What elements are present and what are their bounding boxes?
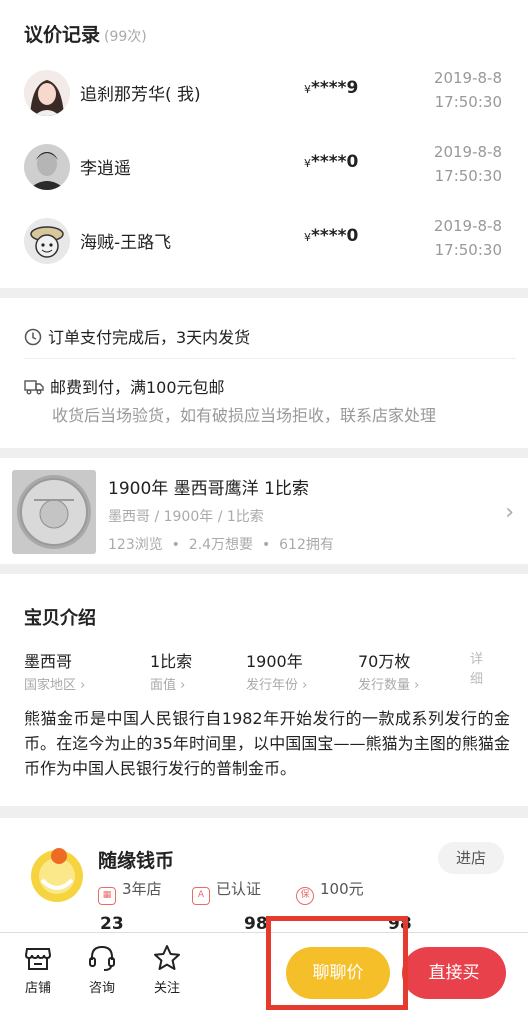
truck-icon [24,380,44,395]
enter-shop-button[interactable]: 进店 [438,842,504,874]
attr-value: 1900年 [246,652,303,671]
attr-denomination[interactable]: 1比索面值 › [150,648,192,693]
follow-label: 关注 [153,981,180,996]
avatar[interactable] [24,144,70,190]
product-title: 1900年 墨西哥鹰洋 1比索 [108,479,309,499]
bidder-name: 李逍遥 [80,159,131,179]
avatar[interactable] [24,70,70,116]
attr-key: 发行数量 › [358,678,420,693]
attr-value: 70万枚 [358,652,411,671]
shop-stat: 98 [244,914,268,934]
attr-country[interactable]: 墨西哥国家地区 › [24,648,85,693]
bid-row: 李逍遥 ¥****0 2019-8-8 17:50:30 [0,138,528,198]
currency-symbol: ¥ [304,83,311,96]
currency-symbol: ¥ [304,231,311,244]
shop-name: 随缘钱币 [98,850,175,872]
views-count: 123浏览 [108,537,163,553]
consult-label: 咨询 [88,981,115,996]
attr-key: 面值 › [150,678,186,693]
buy-now-button[interactable]: 直接买 [402,947,506,999]
intro-title: 宝贝介绍 [24,608,96,629]
bid-records-title: 议价记录 (99次) [24,20,147,47]
store-tab[interactable]: 店铺 [16,943,60,996]
certificate-icon: A [192,887,210,905]
bidder-name: 追刹那芳华( 我) [80,85,201,105]
coin-image [12,470,96,554]
intro-description: 熊猫金币是中国人民银行自1982年开始发行的一款成系列发行的金币。在迄今为止的3… [24,709,510,778]
delivery-line: 订单支付完成后，3天内发货 [24,324,250,348]
avatar[interactable] [24,218,70,264]
bid-price: ¥****9 [304,78,358,98]
bid-date: 2019-8-8 [433,69,502,87]
bid-time: 2019-8-8 17:50:30 [434,214,502,262]
bid-clock: 17:50:30 [434,93,502,111]
bottom-action-bar: 店铺 咨询 关注 聊聊价 直接买 [0,932,528,1024]
bid-time: 2019-8-8 17:50:30 [434,140,502,188]
attr-value: 1比索 [150,652,193,671]
consult-tab[interactable]: 咨询 [80,943,124,996]
bid-count: (99次) [104,29,147,45]
shipping-section: 订单支付完成后，3天内发货 邮费到付，满100元包邮 收货后当场验货，如有破损应… [0,298,528,448]
certified-tag: A 已认证 [192,878,261,905]
attr-key-text: 国家地区 [24,678,77,693]
product-card[interactable]: 1900年 墨西哥鹰洋 1比索 墨西哥 / 1900年 / 1比索 123浏览 … [0,458,528,564]
shop-logo[interactable] [26,842,88,904]
store-icon: ▦ [98,887,116,905]
bid-time: 2019-8-8 17:50:30 [434,66,502,114]
attr-value: 墨西哥 [24,652,73,671]
bid-price-value: ****9 [311,78,359,98]
bid-date: 2019-8-8 [433,143,502,161]
postage-text: 邮费到付，满100元包邮 [50,378,225,397]
currency-symbol: ¥ [304,157,311,170]
bid-row: 海贼-王路飞 ¥****0 2019-8-8 17:50:30 [0,212,528,272]
bid-clock: 17:50:30 [434,167,502,185]
product-subtitle: 墨西哥 / 1900年 / 1比索 [108,509,264,525]
attr-year[interactable]: 1900年发行年份 › [246,648,307,693]
attr-mintage[interactable]: 70万枚发行数量 › [358,648,419,693]
bid-price: ¥****0 [304,226,358,246]
attr-key-text: 发行数量 [358,678,411,693]
divider [24,358,516,359]
owns-count: 612拥有 [279,537,334,553]
item-intro-section: 宝贝介绍 墨西哥国家地区 › 1比索面值 › 1900年发行年份 › 70万枚发… [0,574,528,806]
shop-age-tag: ▦ 3年店 [98,878,162,905]
deposit-text: 100元 [320,880,364,898]
bid-price-value: ****0 [311,226,359,246]
attr-key: 国家地区 › [24,678,86,693]
star-icon [154,945,180,970]
bid-title-text: 议价记录 [24,24,101,46]
attr-key-text: 发行年份 [246,678,299,693]
store-icon [24,948,52,970]
details-link[interactable]: 详细 [470,650,492,690]
clock-icon [24,328,42,346]
bid-row: 追刹那芳华( 我) ¥****9 2019-8-8 17:50:30 [0,64,528,124]
postage-line: 邮费到付，满100元包邮 [24,374,225,398]
shop-stat: 23 [100,914,124,934]
delivery-text: 订单支付完成后，3天内发货 [48,328,251,347]
inspection-note: 收货后当场验货，如有破损应当场拒收，联系店家处理 [52,406,437,425]
bid-clock: 17:50:30 [434,241,502,259]
bid-records-section: 议价记录 (99次) 追刹那芳华( 我) ¥****9 2019-8-8 17:50… [0,0,528,288]
attr-key-text: 面值 [150,678,177,693]
wants-count: 2.4万想要 [188,537,254,553]
bid-price: ¥****0 [304,152,358,172]
bid-date: 2019-8-8 [433,217,502,235]
bidder-name: 海贼-王路飞 [80,233,172,253]
store-label: 店铺 [24,981,51,996]
shield-icon: 保 [296,887,314,905]
follow-tab[interactable]: 关注 [145,943,189,996]
deposit-tag: 保 100元 [296,878,364,905]
highlight-box [266,916,408,1010]
bid-price-value: ****0 [311,152,359,172]
headset-icon [89,945,115,971]
attr-key: 发行年份 › [246,678,308,693]
product-stats: 123浏览 • 2.4万想要 • 612拥有 [108,537,334,553]
certified-text: 已认证 [216,880,262,898]
chevron-right-icon: › [505,500,514,525]
shop-age-text: 3年店 [122,880,162,898]
